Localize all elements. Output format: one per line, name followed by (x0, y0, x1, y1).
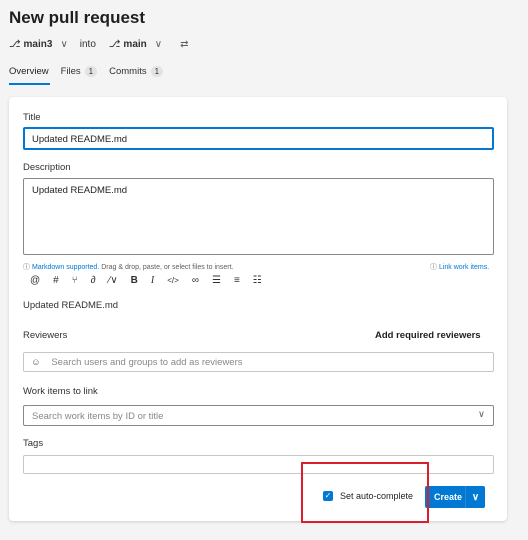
preview-text: Updated README.md (23, 300, 119, 311)
markdown-hint: ⓘ Markdown supported. Drag & drop, paste… (23, 262, 234, 272)
bulleted-list-icon[interactable]: ☰ (212, 275, 221, 286)
attach-icon[interactable]: ∂ (91, 275, 96, 286)
markdown-toolbar: @ # ⑂ ∂ ⁄∨ B I </> ∞ ☰ ≡ ☷ (30, 275, 275, 286)
tab-label: Overview (9, 65, 49, 77)
tab-label: Commits (109, 65, 147, 77)
create-button[interactable]: Create (425, 492, 465, 502)
title-input-value: Updated README.md (32, 134, 128, 145)
work-items-search-input[interactable]: Search work items by ID or title ∨ (23, 405, 494, 426)
pull-request-form: Title Updated README.md Description Upda… (9, 97, 507, 521)
markdown-supported-link[interactable]: Markdown supported. (32, 264, 99, 271)
target-branch-name: main (123, 38, 147, 50)
mention-icon[interactable]: @ (30, 275, 40, 286)
chevron-down-icon: ∨ (154, 38, 163, 50)
pull-request-icon[interactable]: ⑂ (72, 275, 78, 286)
checklist-icon[interactable]: ☷ (253, 275, 262, 286)
chevron-down-icon[interactable]: ∨ (478, 409, 485, 420)
into-label: into (79, 38, 96, 50)
tab-bar: Overview Files 1 Commits 1 (9, 64, 175, 78)
tab-commits[interactable]: Commits 1 (109, 64, 164, 78)
tab-files[interactable]: Files 1 (61, 64, 98, 78)
description-textarea[interactable]: Updated README.md (23, 178, 494, 255)
tab-count-badge: 1 (84, 65, 98, 77)
branch-icon: ⎇ (9, 38, 21, 50)
tab-count-badge: 1 (150, 65, 164, 77)
target-branch-dropdown[interactable]: ⎇ main ∨ (109, 39, 162, 50)
tags-label: Tags (23, 438, 44, 449)
reviewers-placeholder: Search users and groups to add as review… (51, 357, 243, 368)
highlight-annotation (301, 462, 429, 523)
page-title: New pull request (9, 8, 146, 27)
swap-branches-icon[interactable]: ⇄ (180, 39, 188, 50)
branch-selector-row: ⎇ main3 ∨ into ⎇ main ∨ ⇄ (9, 37, 188, 51)
active-tab-indicator (9, 83, 50, 85)
source-branch-dropdown[interactable]: ⎇ main3 ∨ (9, 39, 68, 50)
link-icon[interactable]: ∞ (192, 275, 199, 286)
title-label: Title (23, 112, 41, 123)
bold-icon[interactable]: B (131, 275, 138, 286)
info-icon: ⓘ (23, 264, 30, 271)
code-icon[interactable]: </> (167, 276, 179, 285)
markdown-hint-text: Drag & drop, paste, or select files to i… (101, 264, 234, 271)
source-branch-name: main3 (23, 38, 53, 50)
work-items-label: Work items to link (23, 386, 98, 397)
info-icon: ⓘ (430, 264, 437, 271)
reviewers-search-input[interactable]: ☺ Search users and groups to add as revi… (23, 352, 494, 372)
work-items-placeholder: Search work items by ID or title (32, 411, 164, 422)
link-work-items-label: Link work items. (438, 264, 490, 271)
description-label: Description (23, 162, 71, 173)
branch-icon: ⎇ (108, 38, 121, 50)
chevron-down-icon: ∨ (60, 38, 68, 50)
hashtag-icon[interactable]: # (53, 275, 59, 286)
add-required-reviewers-button[interactable]: Add required reviewers (375, 330, 481, 341)
description-value: Updated README.md (32, 185, 128, 196)
italic-icon[interactable]: I (151, 275, 154, 286)
title-input[interactable]: Updated README.md (23, 127, 494, 150)
format-icon[interactable]: ⁄∨ (109, 275, 118, 286)
create-button-group: Create ∨ (425, 486, 485, 508)
chevron-down-icon[interactable]: ∨ (466, 492, 485, 503)
tab-label: Files (60, 65, 81, 77)
person-icon: ☺ (31, 357, 41, 368)
numbered-list-icon[interactable]: ≡ (234, 275, 240, 286)
reviewers-label: Reviewers (23, 330, 68, 341)
link-work-items[interactable]: ⓘ Link work items. (430, 262, 489, 272)
tab-overview[interactable]: Overview (9, 64, 49, 78)
